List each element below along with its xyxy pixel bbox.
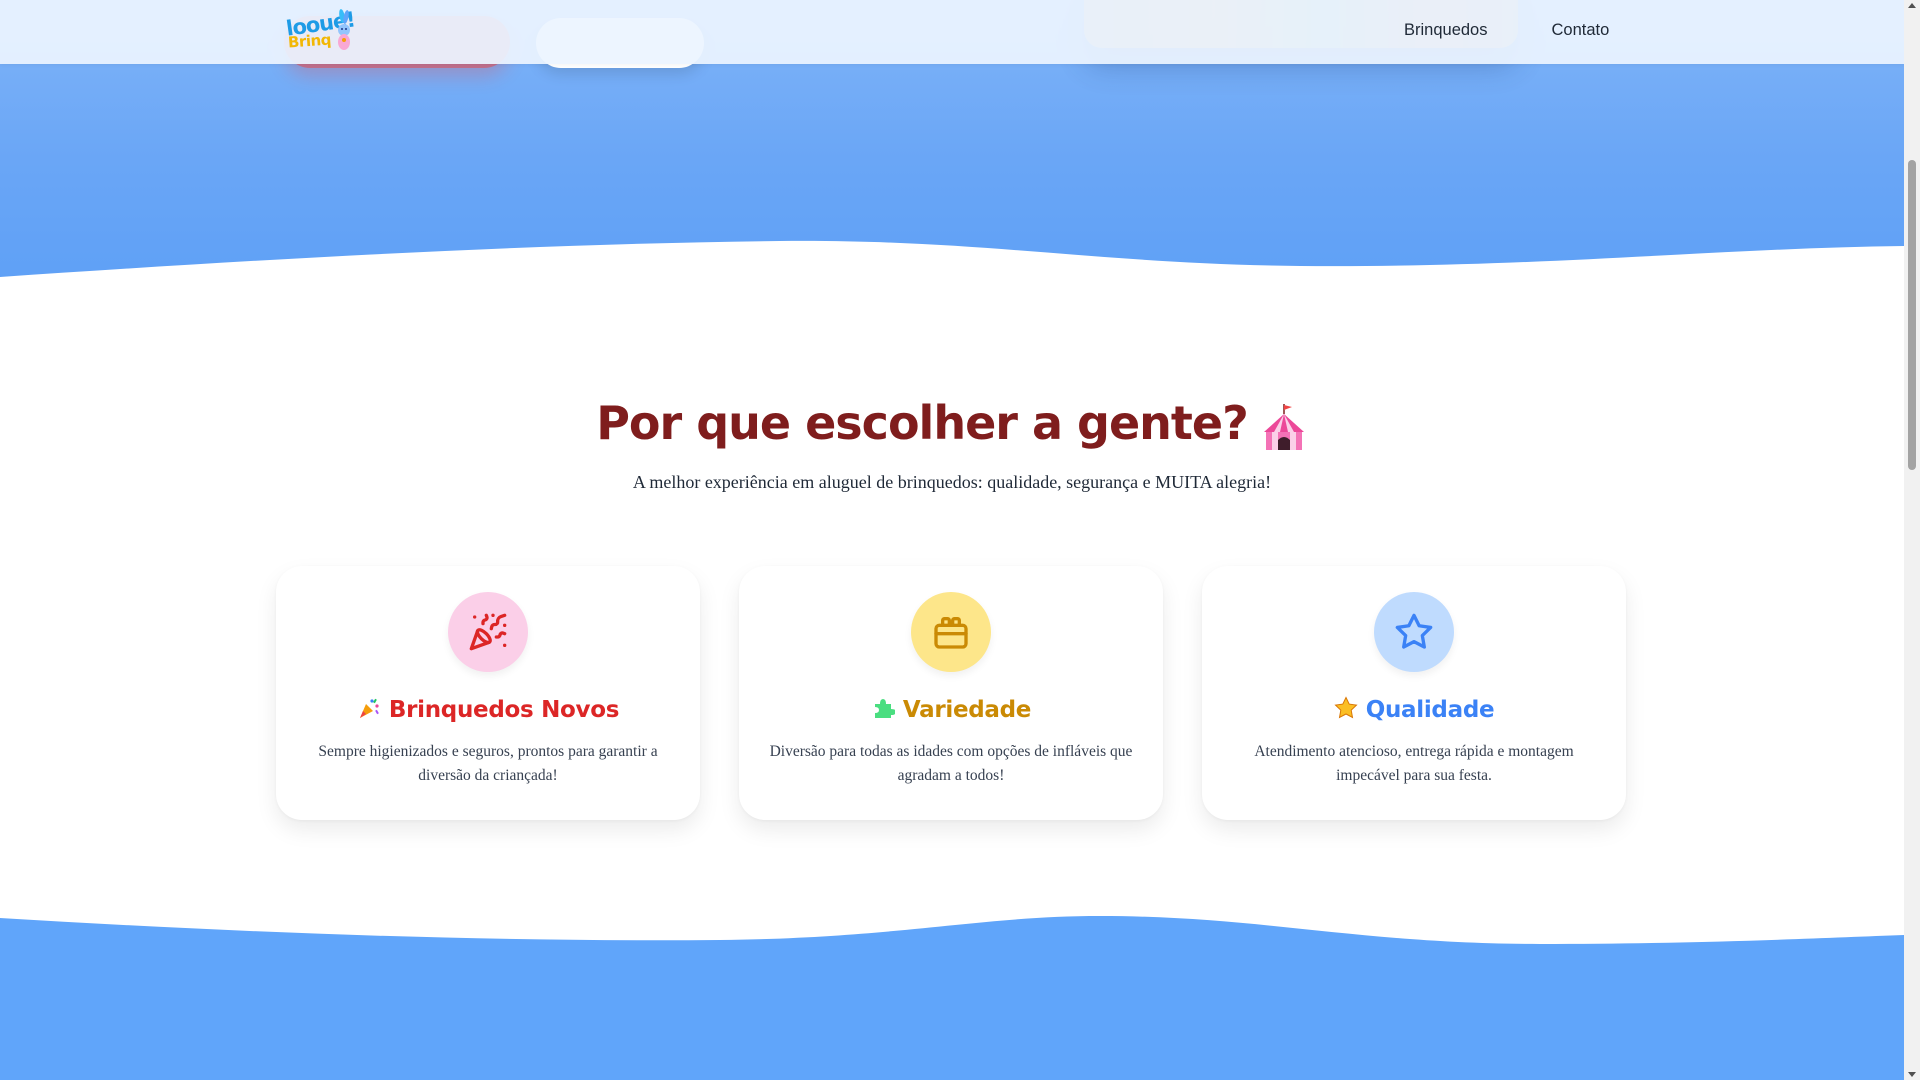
- card-title-text: Variedade: [902, 697, 1032, 723]
- page-scrollbar[interactable]: [1904, 0, 1920, 1080]
- nav-link-brinquedos[interactable]: Brinquedos: [1404, 21, 1487, 40]
- main-nav: Brinquedos Contato: [1404, 21, 1609, 40]
- card-title: Qualidade: [1202, 696, 1626, 723]
- party-popper-emoji: [359, 698, 379, 718]
- puzzle-piece-emoji: [874, 699, 895, 718]
- card-description: Sempre higienizados e seguros, prontos p…: [318, 743, 658, 784]
- hero-wave-divider: [0, 240, 1904, 300]
- section-title-text: Por que escolher a gente?: [596, 396, 1249, 450]
- section-subtitle: A melhor experiência em aluguel de brinq…: [632, 472, 1272, 492]
- scroll-down-arrow-icon[interactable]: [1908, 1072, 1916, 1077]
- bunny-icon: [338, 9, 350, 50]
- feature-card-variedade: Variedade Diversão para todas as idades …: [739, 566, 1163, 820]
- feature-cards: Brinquedos Novos Sempre higienizados e s…: [276, 566, 1626, 820]
- card-icon-circle: [911, 592, 991, 672]
- site-header: looue! Brinq Brinquedos Contato: [0, 0, 1904, 64]
- star-icon: [1395, 613, 1433, 649]
- scroll-up-arrow-icon[interactable]: [1908, 3, 1916, 8]
- brand-logo[interactable]: looue! Brinq: [284, 7, 356, 54]
- card-title: Brinquedos Novos: [276, 696, 700, 723]
- logo-text-bottom: Brinq: [287, 30, 332, 52]
- page: looue! Brinq Brinquedos Contato Por que …: [0, 0, 1904, 1080]
- feature-card-qualidade: Qualidade Atendimento atencioso, entrega…: [1202, 566, 1626, 820]
- nav-link-contato[interactable]: Contato: [1551, 21, 1609, 40]
- section-title: Por que escolher a gente?: [0, 396, 1904, 452]
- card-description: Atendimento atencioso, entrega rápida e …: [1254, 743, 1574, 784]
- circus-tent-icon: [1263, 403, 1304, 450]
- bottom-wave-section: [0, 916, 1904, 1080]
- card-description: Diversão para todas as idades com opções…: [769, 743, 1133, 784]
- party-popper-icon: [469, 613, 507, 651]
- card-icon-circle: [1374, 592, 1454, 672]
- blocks-icon: [934, 617, 968, 649]
- scrollbar-thumb[interactable]: [1908, 160, 1916, 470]
- card-title: Variedade: [739, 696, 1163, 723]
- star-emoji: [1334, 696, 1358, 719]
- card-title-text: Qualidade: [1365, 697, 1495, 723]
- card-title-text: Brinquedos Novos: [388, 697, 620, 723]
- feature-card-brinquedos-novos: Brinquedos Novos Sempre higienizados e s…: [276, 566, 700, 820]
- card-icon-circle: [448, 592, 528, 672]
